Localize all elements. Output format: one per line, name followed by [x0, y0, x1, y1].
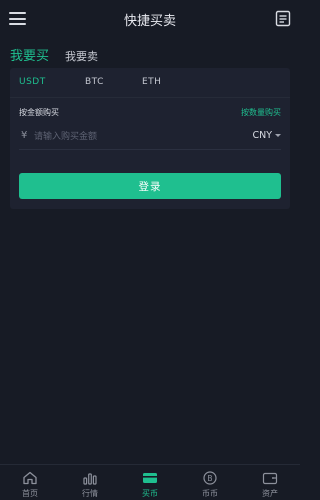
nav-label-buy-coin: 买币: [142, 489, 158, 498]
amount-input-row: ¥ CNY: [19, 126, 281, 150]
nav-item-buy-coin[interactable]: 买币: [120, 465, 180, 500]
nav-label-assets: 资产: [262, 489, 278, 498]
amount-input[interactable]: [34, 128, 214, 146]
nav-item-market[interactable]: 行情: [60, 465, 120, 500]
page-title: 快捷买卖: [123, 14, 176, 29]
assets-icon: [262, 472, 278, 485]
home-icon: [23, 471, 37, 485]
nav-label-market: 行情: [82, 489, 98, 498]
trade-card: USDT BTC ETH 按金额购买 按数量购买 ¥ CNY 登录: [10, 68, 290, 209]
tab-usdt[interactable]: USDT: [19, 77, 46, 87]
purchase-method-row: 按金额购买 按数量购买: [19, 107, 281, 121]
bitcoin-icon: B: [203, 471, 217, 485]
wallet-card-icon: [143, 473, 157, 483]
chart-icon: [83, 473, 97, 485]
header: 快捷买卖: [0, 0, 300, 38]
quantity-purchase-link[interactable]: 按数量购买: [241, 107, 281, 118]
amount-purchase-label: 按金额购买: [19, 108, 59, 117]
svg-text:B: B: [207, 474, 212, 483]
currency-symbol: ¥: [21, 130, 28, 141]
nav-item-assets[interactable]: 资产: [240, 465, 300, 500]
tab-eth[interactable]: ETH: [142, 77, 161, 87]
caret-down-icon: [275, 134, 281, 137]
login-button[interactable]: 登录: [19, 173, 281, 199]
coin-tabs: USDT BTC ETH: [10, 68, 290, 98]
nav-label-home: 首页: [22, 489, 38, 498]
bottom-nav: 首页 行情 买币 B 币币 资产: [0, 464, 300, 500]
tab-sell[interactable]: 我要卖: [65, 48, 98, 64]
currency-select[interactable]: CNY: [252, 130, 281, 141]
currency-value: CNY: [252, 130, 272, 141]
trade-mode-tabs: 我要买 我要卖: [10, 42, 114, 64]
order-list-icon[interactable]: [275, 10, 291, 27]
nav-item-home[interactable]: 首页: [0, 465, 60, 500]
tab-buy[interactable]: 我要买: [10, 45, 49, 64]
nav-item-coin-trade[interactable]: B 币币: [180, 465, 240, 500]
tab-btc[interactable]: BTC: [85, 77, 104, 87]
nav-label-coin-trade: 币币: [202, 489, 218, 498]
